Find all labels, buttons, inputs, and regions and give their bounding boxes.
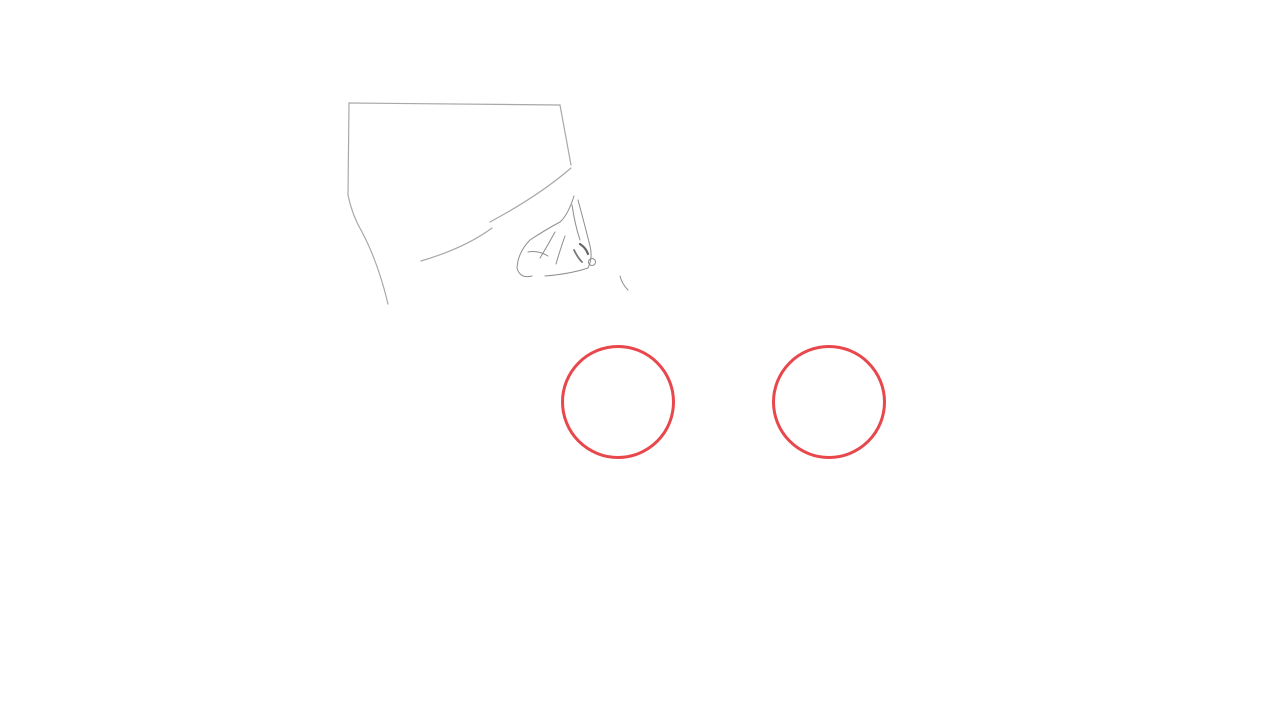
sketch-building-outline [347, 102, 572, 305]
hotspot-circle-right[interactable] [772, 345, 886, 459]
hotspot-circle-left[interactable] [561, 345, 675, 459]
game-canvas [0, 0, 1280, 720]
sketch-shaded-figure [516, 195, 629, 291]
